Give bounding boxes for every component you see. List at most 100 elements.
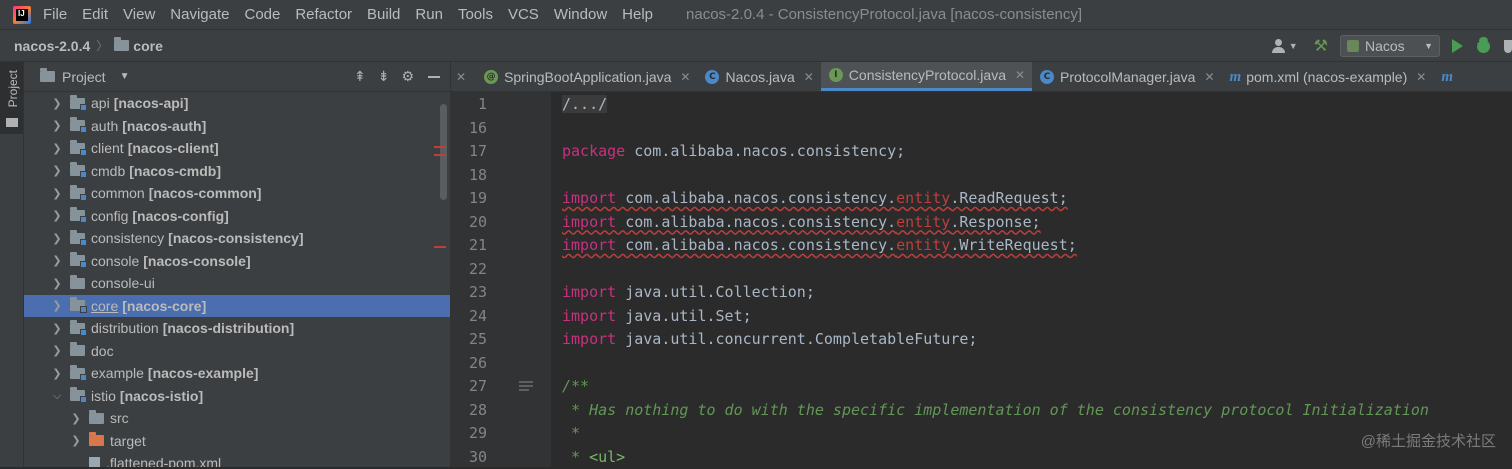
menu-refactor[interactable]: Refactor [295,6,352,23]
run-icon[interactable] [1452,39,1463,53]
coverage-icon[interactable] [1504,40,1512,53]
line-number: 17 [451,140,487,164]
class-name: ReadRequest [959,189,1058,207]
tree-item[interactable]: ❯ example [nacos-example] [24,362,450,385]
chevron-right-icon[interactable]: ❯ [51,97,63,110]
tree-item[interactable]: ❯ cmdb [nacos-cmdb] [24,160,450,183]
tab-overflow[interactable]: m [1433,62,1465,91]
chevron-right-icon[interactable]: ❯ [51,344,63,357]
tree-item[interactable]: ❯ console-ui [24,272,450,295]
menu-tools[interactable]: Tools [458,6,493,23]
maven-icon: m [1441,70,1453,84]
semicolon: ; [896,142,905,160]
chevron-right-icon[interactable]: ❯ [70,434,82,447]
run-configuration-select[interactable]: Nacos ▼ [1340,35,1440,57]
tree-scrollbar[interactable] [440,104,447,200]
chevron-right-icon[interactable]: ❯ [51,322,63,335]
tab-consistencyprotocol[interactable]: I ConsistencyProtocol.java ✕ [821,62,1032,91]
breadcrumb-folder[interactable]: core [133,38,163,54]
folded-region[interactable]: /.../ [562,95,607,113]
gear-icon[interactable]: ⚙ [401,69,414,85]
expand-all-icon[interactable]: ⇞ [354,69,364,85]
tree-item-selected[interactable]: ❯ core [nacos-core] [24,295,450,318]
tree-item[interactable]: ❯ console [nacos-console] [24,250,450,273]
close-icon[interactable]: ✕ [1204,70,1214,84]
chevron-right-icon[interactable]: ❯ [51,254,63,267]
module-folder-icon [70,210,85,221]
chevron-right-icon[interactable]: ❯ [51,142,63,155]
close-icon[interactable]: ✕ [456,70,466,84]
close-icon[interactable]: ✕ [804,70,814,84]
project-tool-label: Project [6,70,20,107]
tree-item[interactable]: ❯ common [nacos-common] [24,182,450,205]
line-number: 21 [451,234,487,258]
tab-pom-xml[interactable]: m pom.xml (nacos-example) ✕ [1222,62,1434,91]
code-editor[interactable]: /.../ package com.alibaba.nacos.consiste… [551,92,1512,467]
tree-item[interactable]: ❯ distribution [nacos-distribution] [24,317,450,340]
collapse-all-icon[interactable]: ⇟ [378,69,388,85]
tree-item[interactable]: ❯ api [nacos-api] [24,92,450,115]
chevron-right-icon[interactable]: ❯ [51,187,63,200]
menu-file[interactable]: File [43,6,67,23]
module-folder-icon [70,120,85,131]
package-name: com.alibaba.nacos.consistency. [625,189,896,207]
menu-run[interactable]: Run [415,6,443,23]
chevron-right-icon[interactable]: ❯ [51,164,63,177]
chevron-right-icon[interactable]: ❯ [51,277,63,290]
package-name: java.util.concurrent. [625,330,815,348]
tree-item-label: distribution [91,320,159,336]
project-tool-button[interactable]: Project [0,62,23,134]
tree-item[interactable]: ❯ client [nacos-client] [24,137,450,160]
close-icon[interactable]: ✕ [680,70,690,84]
tree-item[interactable]: ❯ auth [nacos-auth] [24,115,450,138]
tree-item-label: consistency [91,230,164,246]
tree-item[interactable]: ❯ target [24,430,450,453]
tab-protocolmanager[interactable]: C ProtocolManager.java ✕ [1032,62,1221,91]
chevron-right-icon[interactable]: ❯ [51,209,63,222]
tree-item[interactable]: ❯ config [nacos-config] [24,205,450,228]
breadcrumb-project[interactable]: nacos-2.0.4 [14,38,90,54]
menu-navigate[interactable]: Navigate [170,6,229,23]
tab-springbootapplication[interactable]: @ SpringBootApplication.java ✕ [476,62,697,91]
tree-item[interactable]: ❯ doc [24,340,450,363]
tree-item-module: [nacos-core] [122,298,206,314]
chevron-down-icon: ▼ [1424,41,1433,51]
debug-icon[interactable] [1477,40,1490,53]
module-folder-icon [70,323,85,334]
tree-item[interactable]: .flattened-pom.xml [24,452,450,467]
chevron-right-icon[interactable]: ❯ [70,412,82,425]
chevron-down-icon[interactable]: ▼ [120,71,130,82]
menu-window[interactable]: Window [554,6,607,23]
tree-item[interactable]: ❯ src [24,407,450,430]
close-icon[interactable]: ✕ [1015,68,1025,82]
chevron-right-icon[interactable]: ❯ [51,119,63,132]
keyword: import [562,236,616,254]
close-icon[interactable]: ✕ [1416,70,1426,84]
menu-edit[interactable]: Edit [82,6,108,23]
hide-panel-icon[interactable] [428,76,440,78]
menu-help[interactable]: Help [622,6,653,23]
menu-code[interactable]: Code [244,6,280,23]
line-number: 24 [451,305,487,329]
line-number: 25 [451,328,487,352]
tree-item[interactable]: ❯ consistency [nacos-consistency] [24,227,450,250]
chevron-right-icon[interactable]: ❯ [51,232,63,245]
editor-tabs: ✕ @ SpringBootApplication.java ✕ C Nacos… [451,62,1512,92]
tree-item[interactable]: ⌵ istio [nacos-istio] [24,385,450,408]
menu-vcs[interactable]: VCS [508,6,539,23]
module-folder-icon [70,368,85,379]
chevron-down-icon[interactable]: ⌵ [51,389,63,403]
project-view-selector[interactable]: Project [62,69,106,85]
chevron-right-icon[interactable]: ❯ [51,299,63,312]
menu-view[interactable]: View [123,6,155,23]
editor-gutter: 1 16 17 18 19 20 21 22 23 24 25 26 27 28… [451,92,551,467]
chevron-down-icon[interactable]: ▼ [1289,41,1298,51]
chevron-right-icon[interactable]: ❯ [51,367,63,380]
menu-build[interactable]: Build [367,6,400,23]
tree-item-module: [nacos-common] [149,185,262,201]
user-icon[interactable] [1271,39,1285,53]
hammer-icon[interactable]: ⚒ [1314,36,1328,56]
tab-nacos[interactable]: C Nacos.java ✕ [697,62,820,91]
line-number: 30 [451,446,487,469]
rendered-doc-toggle-icon[interactable] [519,381,533,392]
